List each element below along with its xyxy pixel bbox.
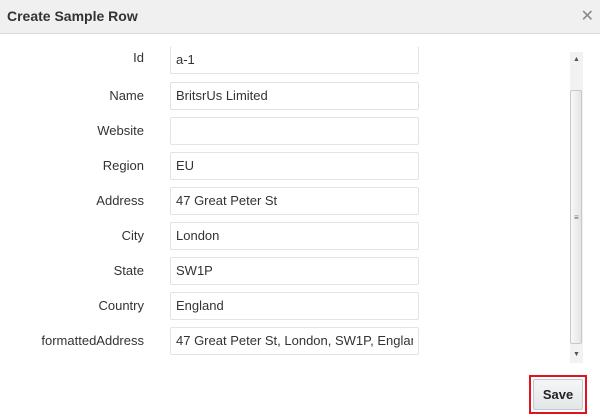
field-label: Address [96,193,144,208]
dialog-header: Create Sample Row ✕ [0,0,600,34]
field-row-city: City [0,222,565,250]
field-label: Country [98,298,144,313]
field-row-region: Region [0,152,565,180]
field-row-country: Country [0,292,565,320]
field-label: Name [109,88,144,103]
dialog-title: Create Sample Row [7,8,138,24]
scrollbar[interactable]: ▲ ≡ ▼ [570,52,583,363]
field-row-address: Address [0,187,565,215]
field-row-state: State [0,257,565,285]
website-input[interactable] [170,117,419,145]
field-row-id: Id [0,47,565,74]
close-icon[interactable]: ✕ [581,6,594,26]
field-label: State [113,263,144,278]
field-label: Region [102,158,144,173]
id-input[interactable] [170,47,419,74]
scrollbar-thumb[interactable]: ≡ [570,90,582,344]
region-input[interactable] [170,152,419,180]
grip-icon: ≡ [574,213,579,222]
address-input[interactable] [170,187,419,215]
country-input[interactable] [170,292,419,320]
field-row-name: Name [0,82,565,110]
field-row-website: Website [0,117,565,145]
formatted-address-input[interactable] [170,327,419,355]
name-input[interactable] [170,82,419,110]
field-label: City [121,228,144,243]
field-label: Website [97,123,144,138]
state-input[interactable] [170,257,419,285]
save-button[interactable]: Save [533,379,583,410]
field-label: Id [133,50,144,65]
scroll-up-icon[interactable]: ▲ [570,54,583,66]
form-scroll-area: Id Name Website Region Address City Stat… [0,47,565,363]
field-row-formatted-address: formattedAddress [0,327,565,355]
scroll-down-icon[interactable]: ▼ [570,349,583,361]
city-input[interactable] [170,222,419,250]
save-button-highlight: Save [529,375,587,414]
field-label: formattedAddress [41,333,144,348]
